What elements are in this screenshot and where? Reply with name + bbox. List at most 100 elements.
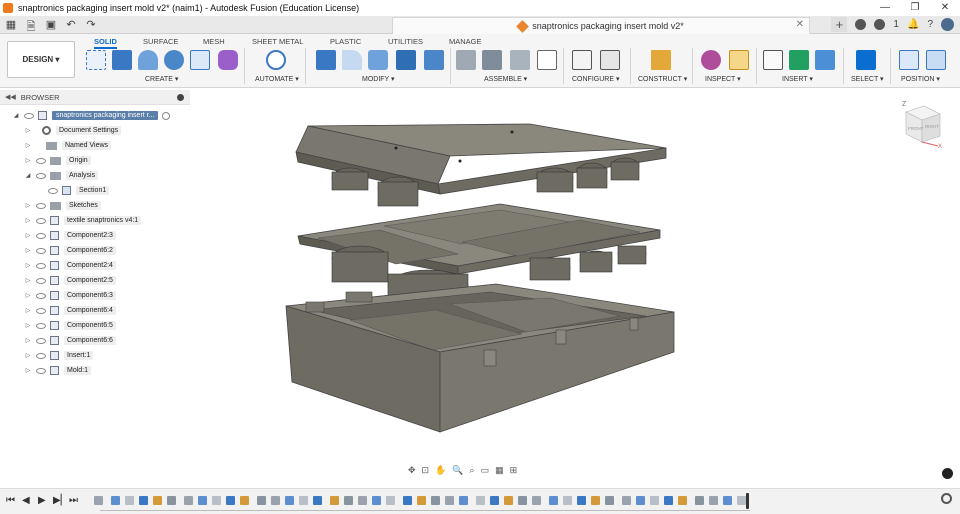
notifications-icon[interactable]: 🔔 [907, 19, 919, 30]
offset-plane-icon[interactable] [651, 50, 671, 70]
timeline-feature-icon[interactable] [532, 496, 541, 505]
visibility-eye-icon[interactable] [48, 187, 58, 194]
browser-item-origin[interactable]: ▷ Origin [24, 153, 91, 168]
timeline-feature-icon[interactable] [403, 496, 412, 505]
visibility-eye-icon[interactable] [36, 322, 46, 329]
timeline-feature-icon[interactable] [518, 496, 527, 505]
viewports-icon[interactable]: ⊞ [510, 465, 518, 479]
joint-origin-icon[interactable] [537, 50, 557, 70]
timeline-feature-icon[interactable] [591, 496, 600, 505]
expand-arrow-icon[interactable]: ▷ [24, 322, 32, 329]
expand-arrow-icon[interactable]: ▷ [24, 262, 32, 269]
display-settings-icon[interactable]: ▭ [481, 465, 490, 479]
timeline-feature-icon[interactable] [299, 496, 308, 505]
document-tab[interactable]: snaptronics packaging insert mold v2* ✕ [392, 17, 810, 34]
close-tab-icon[interactable]: ✕ [796, 19, 804, 30]
browser-item-component[interactable]: ▷ Component2:3 [24, 228, 116, 243]
automate-icon[interactable] [266, 50, 286, 70]
look-at-icon[interactable]: ⊡ [422, 465, 430, 479]
step-back-icon[interactable]: ◀ [22, 495, 30, 506]
job-status-icon[interactable] [874, 19, 886, 30]
user-avatar[interactable] [941, 18, 954, 31]
configuration-table-icon[interactable] [600, 50, 620, 70]
visibility-eye-icon[interactable] [36, 352, 46, 359]
configure-icon[interactable] [572, 50, 592, 70]
expand-arrow-icon[interactable]: ▷ [24, 232, 32, 239]
close-button[interactable]: ✕ [930, 0, 960, 16]
tab-plastic[interactable]: PLASTIC [330, 37, 361, 46]
browser-item-component[interactable]: ▷ Component2:4 [24, 258, 116, 273]
timeline-feature-icon[interactable] [139, 496, 148, 505]
browser-item-component[interactable]: ▷ Component2:5 [24, 273, 116, 288]
browser-pin-icon[interactable] [177, 94, 184, 101]
activate-radio-icon[interactable] [162, 111, 171, 120]
visibility-eye-icon[interactable] [36, 232, 46, 239]
browser-item-component[interactable]: ▷ Component6:2 [24, 243, 116, 258]
browser-root[interactable]: ◢ snaptronics packaging insert r... [12, 108, 174, 123]
go-to-end-icon[interactable]: ⏭ [69, 495, 78, 506]
extensions-icon[interactable] [855, 19, 867, 30]
collapse-browser-icon[interactable]: ◀◀ [5, 93, 16, 101]
assemble-group-label[interactable]: ASSEMBLE ▾ [484, 75, 527, 83]
zoom-icon[interactable]: 🔍 [452, 465, 463, 479]
collapse-arrow-icon[interactable]: ◢ [24, 172, 32, 179]
automate-group-label[interactable]: AUTOMATE ▾ [255, 75, 299, 83]
timeline-feature-icon[interactable] [330, 496, 339, 505]
timeline-feature-icon[interactable] [504, 496, 513, 505]
timeline-feature-icon[interactable] [650, 496, 659, 505]
visibility-eye-icon[interactable] [36, 292, 46, 299]
browser-item-insert[interactable]: ▷ Insert:1 [24, 348, 94, 363]
browser-item-sketches[interactable]: ▷ Sketches [24, 198, 101, 213]
construct-group-label[interactable]: CONSTRUCT ▾ [638, 75, 687, 83]
timeline-settings-gear-icon[interactable] [941, 493, 952, 504]
visibility-eye-icon[interactable] [36, 262, 46, 269]
expand-arrow-icon[interactable]: ▷ [24, 127, 32, 134]
timeline-feature-icon[interactable] [417, 496, 426, 505]
timeline-feature-icon[interactable] [153, 496, 162, 505]
timeline-feature-icon[interactable] [344, 496, 353, 505]
configure-group-label[interactable]: CONFIGURE ▾ [572, 75, 619, 83]
timeline-feature-icon[interactable] [459, 496, 468, 505]
expand-arrow-icon[interactable]: ▷ [24, 202, 32, 209]
timeline-feature-icon[interactable] [577, 496, 586, 505]
timeline-feature-icon[interactable] [549, 496, 558, 505]
new-component-icon[interactable] [456, 50, 476, 70]
visibility-eye-icon[interactable] [36, 217, 46, 224]
step-forward-icon[interactable]: ▶▏ [53, 495, 68, 506]
tab-utilities[interactable]: UTILITIES [388, 37, 423, 46]
feedback-icon[interactable] [942, 468, 953, 479]
fit-icon[interactable]: ⌕ [470, 465, 475, 479]
visibility-eye-icon[interactable] [36, 157, 46, 164]
tab-mesh[interactable]: MESH [203, 37, 225, 46]
select-icon[interactable] [856, 50, 876, 70]
hole-icon[interactable] [164, 50, 184, 70]
timeline-feature-icon[interactable] [226, 496, 235, 505]
timeline-feature-icon[interactable] [476, 496, 485, 505]
shell-icon[interactable] [368, 50, 388, 70]
browser-item-component[interactable]: ▷ Component6:6 [24, 333, 116, 348]
insert-image-icon[interactable] [815, 50, 835, 70]
as-built-joint-icon[interactable] [510, 50, 530, 70]
restore-button[interactable]: ❐ [900, 0, 930, 16]
timeline-feature-icon[interactable] [445, 496, 454, 505]
timeline-feature-icon[interactable] [709, 496, 718, 505]
expand-arrow-icon[interactable]: ◢ [12, 112, 20, 119]
timeline-feature-icon[interactable] [490, 496, 499, 505]
visibility-eye-icon[interactable] [24, 112, 34, 119]
insert-derive-icon[interactable] [763, 50, 783, 70]
timeline-feature-icon[interactable] [212, 496, 221, 505]
mold-base-model[interactable] [285, 283, 675, 433]
modify-group-label[interactable]: MODIFY ▾ [362, 75, 395, 83]
fillet-icon[interactable] [342, 50, 362, 70]
create-group-label[interactable]: CREATE ▾ [145, 75, 178, 83]
browser-item-named-views[interactable]: ▷ Named Views [24, 138, 112, 153]
expand-arrow-icon[interactable]: ▷ [24, 337, 32, 344]
minimize-button[interactable]: — [870, 0, 900, 16]
expand-arrow-icon[interactable]: ▷ [24, 217, 32, 224]
expand-arrow-icon[interactable]: ▷ [24, 307, 32, 314]
browser-item-component[interactable]: ▷ Component6:3 [24, 288, 116, 303]
browser-item-mold[interactable]: ▷ Mold:1 [24, 363, 92, 378]
play-icon[interactable]: ▶ [38, 495, 46, 506]
timeline-feature-icon[interactable] [125, 496, 134, 505]
timeline-feature-icon[interactable] [678, 496, 687, 505]
